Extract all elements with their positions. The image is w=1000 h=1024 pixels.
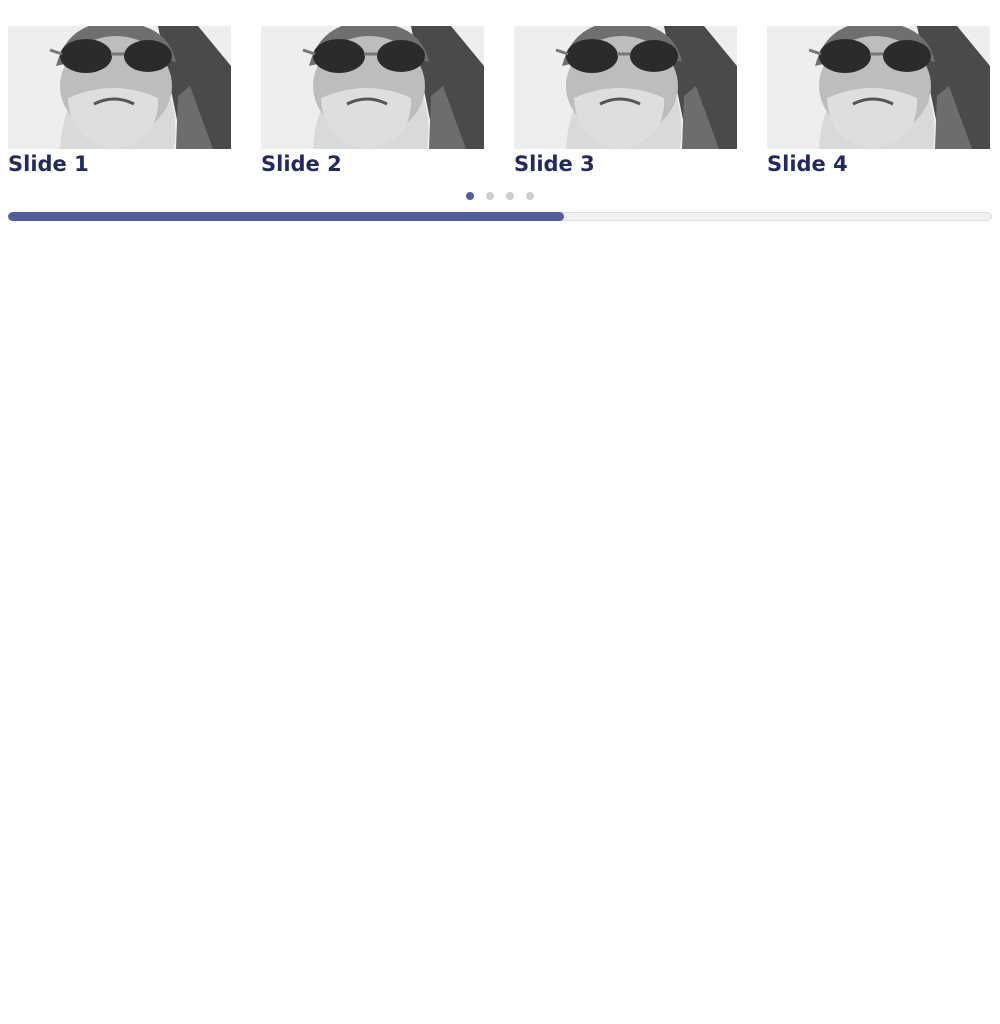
slide-1[interactable]: Slide 1: [8, 26, 231, 177]
slide-image: [261, 26, 484, 149]
image-carousel: Slide 1 Slide 2 Slide 3 Slide 4: [8, 26, 992, 221]
slide-title: Slide 3: [514, 152, 595, 176]
slide-3[interactable]: Slide 3: [514, 26, 737, 177]
pagination-dot-2[interactable]: [486, 192, 494, 200]
slide-image: [8, 26, 231, 149]
progress-bar-fill: [8, 212, 564, 221]
slide-image: [767, 26, 990, 149]
pagination-dot-3[interactable]: [506, 192, 514, 200]
slide-title: Slide 4: [767, 152, 848, 176]
slide-4[interactable]: Slide 4: [767, 26, 990, 177]
slide-2[interactable]: Slide 2: [261, 26, 484, 177]
progress-bar: [8, 212, 992, 221]
pagination-dot-1[interactable]: [466, 192, 474, 200]
slide-title: Slide 2: [261, 152, 342, 176]
slide-image: [514, 26, 737, 149]
slides-track: Slide 1 Slide 2 Slide 3 Slide 4: [8, 26, 992, 177]
pagination-dot-4[interactable]: [526, 192, 534, 200]
pagination-dots: [8, 192, 992, 200]
slide-title: Slide 1: [8, 152, 89, 176]
